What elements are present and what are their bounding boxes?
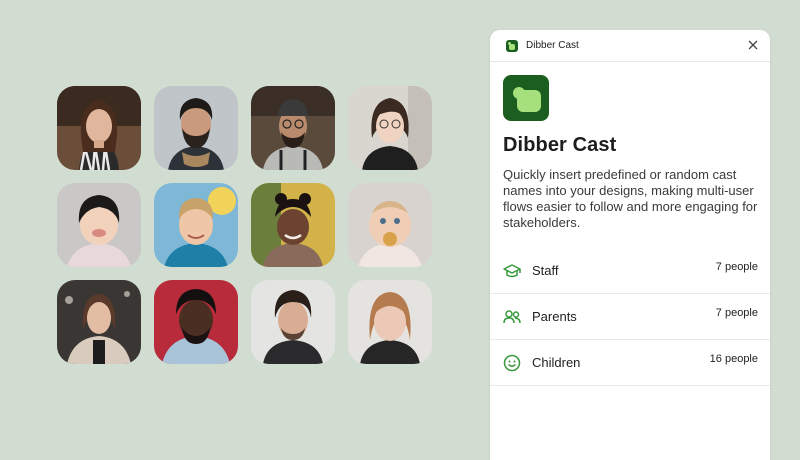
group-count: 16 people [709,353,758,365]
group-label: Staff [532,263,559,278]
avatar-man-dark-hair [251,280,335,364]
group-item-staff[interactable]: Staff 7 people [490,248,770,294]
avatar-baby-blue-eyes [348,183,432,267]
group-count: 7 people [715,307,758,319]
title-bar: Dibber Cast [490,30,770,62]
group-label: Children [532,355,581,370]
avatar-boy-smiling [154,183,238,267]
app-logo-icon [503,75,549,121]
people-icon [502,307,522,327]
group-item-parents[interactable]: Parents 7 people [490,294,770,340]
avatar-girl-smiling [251,183,335,267]
avatar-woman-glasses [348,86,432,170]
avatar-woman-coat [57,280,141,364]
app-description: Quickly insert predefined or random cast… [503,167,758,230]
avatar-grid [57,86,432,364]
app-title: Dibber Cast [503,134,617,156]
window-title: Dibber Cast [526,40,579,51]
group-item-children[interactable]: Children 16 people [490,340,770,386]
app-logo-icon [506,39,518,52]
avatar-woman-red-hair [348,280,432,364]
group-count: 7 people [715,261,758,273]
avatar-man-beard-scarf [154,86,238,170]
smiley-icon [502,353,522,373]
avatar-man-beanie-glasses [251,86,335,170]
avatar-toddler-asian [57,183,141,267]
graduation-cap-icon [502,261,522,281]
close-icon[interactable] [746,38,760,52]
group-label: Parents [532,309,577,324]
plugin-panel: Dibber Cast Dibber Cast Quickly insert p… [490,30,770,460]
cast-groups-list: Staff 7 people Parents 7 people Children… [490,248,770,386]
avatar-man-curly-hair [154,280,238,364]
avatar-woman-long-hair [57,86,141,170]
